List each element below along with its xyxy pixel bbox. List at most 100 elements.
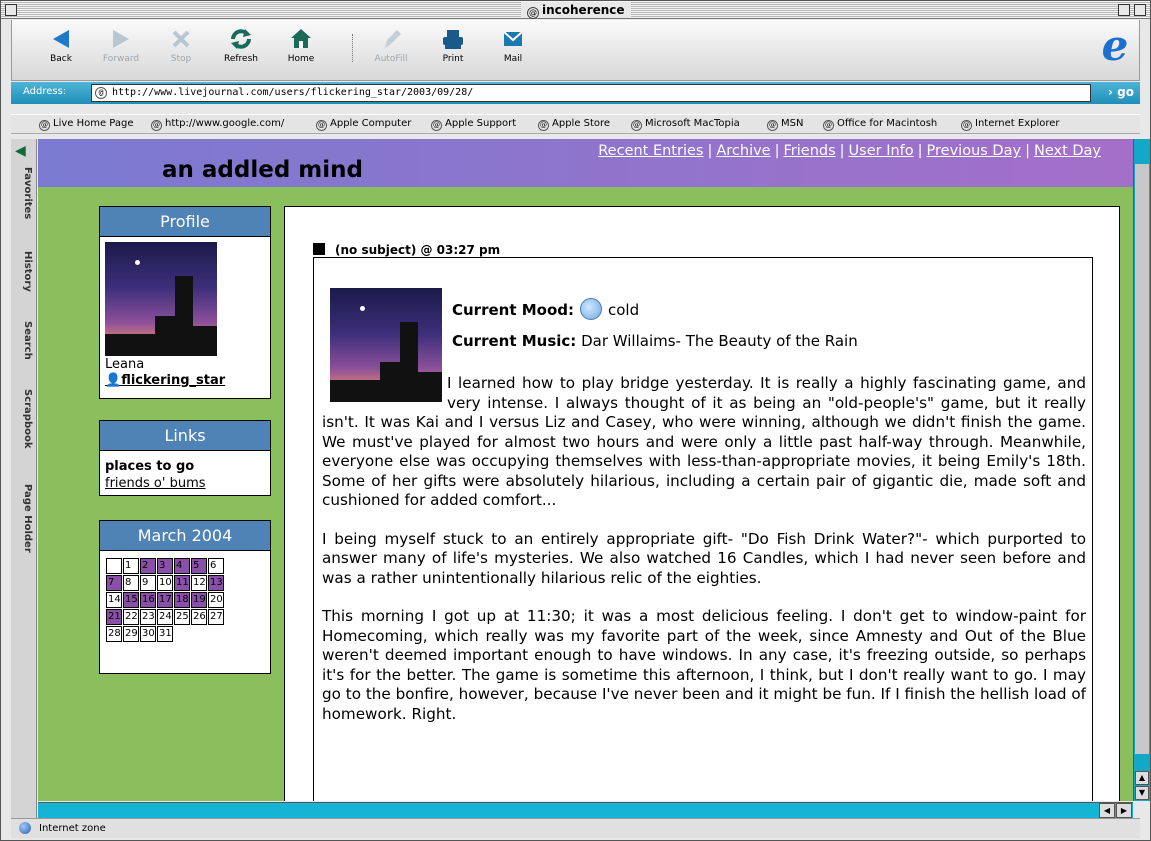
browser-window: @ incoherence Back Forward Stop Refresh H… <box>0 0 1151 841</box>
calendar-day: 29 <box>123 626 139 642</box>
nav-friends[interactable]: Friends <box>784 143 836 159</box>
favorite-link[interactable]: @ Apple Store <box>538 118 610 131</box>
calendar-day[interactable]: 4 <box>174 558 190 574</box>
profile-picture <box>105 242 217 356</box>
scrollbar-thumb[interactable] <box>1135 164 1149 754</box>
entry-text: I learned how to play bridge yesterday. … <box>322 374 1086 743</box>
current-mood: Current Mood: cold <box>452 298 639 320</box>
mail-envelope-icon <box>503 31 523 46</box>
back-button[interactable]: Back <box>32 24 90 78</box>
calendar-day[interactable]: 17 <box>157 592 173 608</box>
building-shape <box>175 276 193 356</box>
calendar-day[interactable]: 16 <box>140 592 156 608</box>
calendar-day[interactable]: 2 <box>140 558 156 574</box>
status-bar: Internet zone <box>11 818 1140 838</box>
favorite-link[interactable]: @ Live Home Page <box>39 118 134 131</box>
forward-button[interactable]: Forward <box>92 24 150 78</box>
favorite-link[interactable]: @ Microsoft MacTopia <box>631 118 740 131</box>
nav-separator: | <box>917 143 923 159</box>
calendar-day[interactable]: 11 <box>174 575 190 591</box>
tab-favorites[interactable]: Favorites <box>15 167 33 219</box>
profile-name: Leana <box>105 357 145 372</box>
address-label: Address: <box>23 86 67 97</box>
calendar-day: 24 <box>157 609 173 625</box>
profile-box: Profile Leana 👤flickering_star <box>99 206 271 399</box>
link-friends-o-bums[interactable]: friends o' bums <box>105 476 206 491</box>
calendar-day: 14 <box>106 592 122 608</box>
favorite-link[interactable]: @ http://www.google.com/ <box>151 118 284 131</box>
cold-face-icon <box>580 298 602 320</box>
favorite-label: Office for Macintosh <box>837 118 938 129</box>
tab-scrapbook[interactable]: Scrapbook <box>15 389 33 449</box>
home-label: Home <box>287 54 315 64</box>
entry-paragraph: This morning I got up at 11:30; it was a… <box>322 607 1086 723</box>
print-button[interactable]: Print <box>424 24 482 78</box>
calendar-day[interactable]: 21 <box>106 609 122 625</box>
calendar-day[interactable]: 18 <box>174 592 190 608</box>
tab-history[interactable]: History <box>15 251 33 292</box>
calendar-week: 28 29 30 31 <box>106 626 224 642</box>
calendar-day[interactable]: 7 <box>106 575 122 591</box>
scroll-down-arrow-icon[interactable]: ▼ <box>1135 786 1149 800</box>
building-shape <box>105 334 155 356</box>
at-icon: @ <box>767 120 778 131</box>
vertical-scrollbar[interactable]: ▲ ▼ <box>1133 139 1150 801</box>
current-music: Current Music: Dar Willaims- The Beauty … <box>452 332 858 350</box>
moon-decoration <box>360 306 365 311</box>
nav-next-day[interactable]: Next Day <box>1034 143 1101 159</box>
calendar-day[interactable]: 3 <box>157 558 173 574</box>
calendar-day[interactable]: 13 <box>208 575 224 591</box>
forward-arrow-icon <box>113 30 129 48</box>
page-viewport: an addled mind Recent Entries | Archive | Fr… <box>38 139 1133 801</box>
stop-x-icon <box>172 30 190 48</box>
at-icon: @ <box>538 120 549 131</box>
nav-archive[interactable]: Archive <box>716 143 770 159</box>
profile-username-link[interactable]: 👤flickering_star <box>105 373 225 388</box>
music-label: Current Music: <box>452 332 577 350</box>
nav-separator: | <box>774 143 780 159</box>
mood-value: cold <box>608 301 640 319</box>
explorer-bar-tabs: ◀ Favorites History Search Scrapbook Pag… <box>11 139 37 829</box>
nav-user-info[interactable]: User Info <box>849 143 914 159</box>
stop-label: Stop <box>170 54 192 64</box>
music-value: Dar Willaims- The Beauty of the Rain <box>581 332 858 350</box>
favorite-link[interactable]: @ Apple Support <box>431 118 516 131</box>
calendar-day[interactable]: 19 <box>191 592 207 608</box>
mail-button[interactable]: Mail <box>484 24 542 78</box>
globe-icon <box>19 822 31 834</box>
autofill-button[interactable]: AutoFill <box>362 24 420 78</box>
refresh-button[interactable]: Refresh <box>212 24 270 78</box>
calendar-day[interactable]: 15 <box>123 592 139 608</box>
expand-arrow-icon[interactable]: ◀ <box>15 143 26 159</box>
collapse-box[interactable] <box>1134 4 1146 16</box>
tab-page-holder[interactable]: Page Holder <box>15 484 33 553</box>
home-button[interactable]: Home <box>272 24 330 78</box>
tab-search[interactable]: Search <box>15 321 33 360</box>
calendar-heading: March 2004 <box>100 521 270 551</box>
favorite-link[interactable]: @ MSN <box>767 118 803 131</box>
nav-recent-entries[interactable]: Recent Entries <box>598 143 703 159</box>
close-box[interactable] <box>5 4 17 16</box>
horizontal-scrollbar[interactable]: ◀ ▶ <box>38 802 1133 818</box>
favorite-link[interactable]: @ Office for Macintosh <box>823 118 937 131</box>
calendar-day: 28 <box>106 626 122 642</box>
go-button[interactable]: › go <box>1108 85 1134 99</box>
zoom-box[interactable] <box>1118 4 1130 16</box>
links-heading: Links <box>100 421 270 451</box>
scroll-right-arrow-icon[interactable]: ▶ <box>1116 803 1132 818</box>
printer-icon <box>443 30 463 49</box>
favorite-link[interactable]: @ Apple Computer <box>316 118 411 131</box>
stop-button[interactable]: Stop <box>152 24 210 78</box>
calendar-day[interactable]: 5 <box>191 558 207 574</box>
back-label: Back <box>50 54 72 64</box>
url-text: http://www.livejournal.com/users/flicker… <box>112 87 474 98</box>
url-input[interactable]: @ http://www.livejournal.com/users/flick… <box>91 84 1091 102</box>
forward-label: Forward <box>102 54 140 64</box>
refresh-icon <box>231 29 251 49</box>
calendar-day: 31 <box>157 626 173 642</box>
scroll-left-arrow-icon[interactable]: ◀ <box>1099 803 1115 818</box>
title-bar[interactable]: @ incoherence <box>1 1 1150 19</box>
favorite-link[interactable]: @ Internet Explorer <box>961 118 1060 131</box>
nav-previous-day[interactable]: Previous Day <box>927 143 1022 159</box>
scroll-up-arrow-icon[interactable]: ▲ <box>1135 771 1149 785</box>
